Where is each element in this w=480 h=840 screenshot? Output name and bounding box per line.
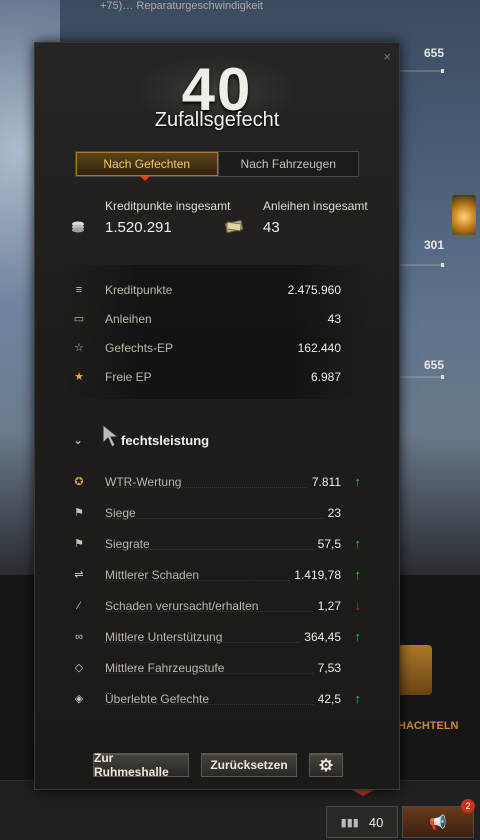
detail-value: 43 bbox=[327, 312, 341, 326]
active-tab-marker bbox=[140, 176, 150, 181]
detail-value: 162.440 bbox=[297, 341, 341, 355]
perf-row-wtr: ✪ WTR-Wertung 7.811 ↑ bbox=[35, 473, 399, 493]
perf-row-avg-damage: ⇌ Mittlerer Schaden 1.419,78 ↑ bbox=[35, 566, 399, 586]
battle-type-title: Zufallsgefecht bbox=[154, 109, 280, 131]
performance-section-title: fechtsleistung bbox=[121, 433, 210, 448]
megaphone-icon: 📢 bbox=[429, 813, 447, 830]
tab-by-vehicles[interactable]: Nach Fahrzeugen bbox=[217, 152, 358, 176]
bonds-total-value: 43 bbox=[263, 219, 280, 236]
detail-label: Kreditpunkte bbox=[105, 283, 173, 297]
trend-up-icon: ↑ bbox=[354, 629, 362, 644]
mouse-cursor-icon bbox=[102, 423, 120, 448]
notification-badge: 2 bbox=[461, 799, 475, 813]
perf-row-wins: ⚑ Siege 23 bbox=[35, 504, 399, 524]
dotted-leader bbox=[105, 518, 339, 519]
detail-label: Gefechts-EP bbox=[105, 341, 174, 355]
bg-value-1: 655 bbox=[423, 46, 444, 60]
perf-row-tier: ◇ Mittlere Fahrzeugstufe 7,53 bbox=[35, 659, 399, 679]
reset-button[interactable]: Zurücksetzen bbox=[201, 753, 297, 777]
perf-value: 1.419,78 bbox=[290, 568, 341, 582]
survival-icon: ◈ bbox=[74, 693, 84, 705]
dotted-leader bbox=[105, 549, 339, 550]
view-tabs: Nach Gefechten Nach Fahrzeugen bbox=[75, 151, 359, 177]
bonds-icon bbox=[225, 219, 243, 233]
detail-row-bonds: ▭ Anleihen 43 bbox=[35, 310, 399, 330]
bg-progress-2 bbox=[398, 263, 444, 267]
dotted-leader bbox=[105, 611, 339, 612]
flag-icon: ⚑ bbox=[74, 538, 84, 550]
credits-total-value: 1.520.291 bbox=[105, 219, 172, 236]
trend-up-icon: ↑ bbox=[354, 474, 362, 489]
settings-button[interactable] bbox=[309, 753, 343, 777]
lantern-decoration bbox=[452, 195, 476, 235]
session-count: 40 bbox=[368, 814, 384, 830]
flag-icon: ⚑ bbox=[74, 507, 84, 519]
perf-row-survival: ◈ Überlebte Gefechte 42,5 ↑ bbox=[35, 690, 399, 710]
tier-icon: ◇ bbox=[74, 662, 84, 674]
tab-by-battles[interactable]: Nach Gefechten bbox=[76, 152, 218, 176]
trend-down-icon: ↓ bbox=[354, 598, 362, 613]
trend-up-icon: ↑ bbox=[354, 691, 362, 706]
credits-total-label: Kreditpunkte insgesamt bbox=[105, 199, 231, 213]
perf-row-assist: ∞ Mittlere Unterstützung 364,45 ↑ bbox=[35, 628, 399, 648]
perf-row-winrate: ⚑ Siegrate 57,5 ↑ bbox=[35, 535, 399, 555]
bonds-icon: ▭ bbox=[73, 313, 85, 325]
bonds-total-label: Anleihen insgesamt bbox=[263, 199, 368, 213]
detail-row-battle-xp: ☆ Gefechts-EP 162.440 bbox=[35, 339, 399, 359]
perf-row-damage-ratio: ⁄ Schaden verursacht/erhalten 1,27 ↓ bbox=[35, 597, 399, 617]
detail-label: Anleihen bbox=[105, 312, 152, 326]
bar-chart-icon: ▮▮▮ bbox=[340, 816, 359, 829]
bg-value-2: 301 bbox=[423, 238, 444, 252]
session-stats-panel: × 40 Zufallsgefecht Nach Gefechten Nach … bbox=[34, 42, 400, 790]
chevron-down-icon[interactable]: ⌄ bbox=[73, 433, 83, 447]
perf-value: 7,53 bbox=[313, 661, 341, 675]
bg-value-3: 655 bbox=[423, 358, 444, 372]
performance-section-header[interactable]: ⌄ fechtsleistung bbox=[73, 423, 373, 453]
top-status-text: +75)… Reparaturgeschwindigkeit bbox=[100, 0, 263, 12]
credits-icon: ≡ bbox=[75, 284, 83, 296]
dotted-leader bbox=[105, 673, 339, 674]
perf-value: 23 bbox=[323, 506, 341, 520]
detail-value: 2.475.960 bbox=[287, 283, 341, 297]
trend-up-icon: ↑ bbox=[354, 536, 362, 551]
detail-row-credits: ≡ Kreditpunkte 2.475.960 bbox=[35, 281, 399, 301]
star-outline-icon: ☆ bbox=[74, 342, 84, 354]
bg-progress-3 bbox=[398, 375, 444, 379]
detail-value: 6.987 bbox=[310, 370, 341, 384]
coins-icon bbox=[72, 221, 84, 233]
chest-icon[interactable] bbox=[398, 645, 432, 695]
gear-icon bbox=[319, 758, 333, 772]
star-filled-icon: ★ bbox=[74, 371, 84, 383]
bg-progress-1 bbox=[398, 69, 444, 73]
chest-label: HACHTELN bbox=[398, 720, 459, 732]
dotted-leader bbox=[105, 487, 339, 488]
perf-value: 364,45 bbox=[300, 630, 341, 644]
wtr-rating-icon: ✪ bbox=[74, 476, 84, 488]
damage-ratio-icon: ⁄ bbox=[78, 600, 80, 612]
perf-value: 7.811 bbox=[307, 475, 341, 489]
dotted-leader bbox=[105, 704, 339, 705]
assist-icon: ∞ bbox=[75, 631, 83, 643]
perf-value: 57,5 bbox=[313, 537, 341, 551]
perf-value: 1,27 bbox=[313, 599, 341, 613]
detail-label: Freie EP bbox=[105, 370, 152, 384]
trend-up-icon: ↑ bbox=[354, 567, 362, 582]
detail-row-free-xp: ★ Freie EP 6.987 bbox=[35, 368, 399, 388]
session-stats-button[interactable]: ▮▮▮ 40 bbox=[326, 806, 398, 838]
damage-icon: ⇌ bbox=[74, 569, 84, 581]
hall-of-fame-button[interactable]: Zur Ruhmeshalle bbox=[93, 751, 189, 779]
perf-value: 42,5 bbox=[313, 692, 341, 706]
